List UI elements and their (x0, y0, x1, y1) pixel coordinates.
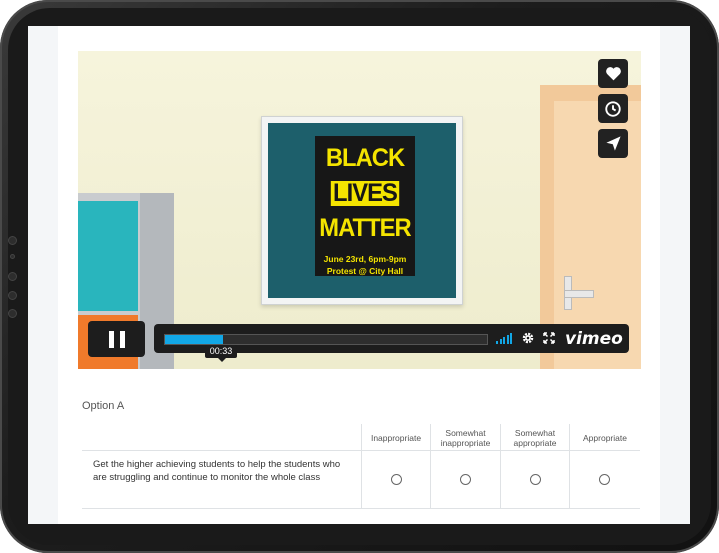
radio-somewhat-appropriate[interactable] (530, 474, 541, 485)
share-button[interactable] (598, 129, 628, 158)
volume-icon[interactable] (496, 332, 514, 344)
video-controls: vimeo (88, 321, 629, 357)
pause-icon (108, 330, 114, 348)
fullscreen-icon[interactable] (543, 332, 555, 344)
poster-frame: BLACK LIVES MATTER June 23rd, 6pm-9pm Pr… (261, 116, 463, 305)
table-divider (82, 508, 640, 509)
column-header-somewhat-appropriate: Somewhat appropriate (513, 427, 557, 448)
progress-fill (165, 335, 223, 344)
poster-event-line-2: Protest @ City Hall (326, 266, 404, 276)
question-row-text: Get the higher achieving students to hel… (93, 459, 341, 483)
option-label: Option A (82, 400, 125, 412)
poster-line-2: LIVES (331, 179, 399, 207)
poster-line-1: BLACK (325, 144, 405, 172)
pause-button[interactable] (88, 321, 145, 357)
heart-icon (605, 67, 621, 81)
poster-event-line-1: June 23rd, 6pm-9pm (323, 254, 407, 264)
timecode-tooltip: 00:33 (205, 345, 237, 362)
like-button[interactable] (598, 59, 628, 88)
volume-bar (510, 333, 512, 344)
watch-later-button[interactable] (598, 94, 628, 123)
tablet-frame: BLACK LIVES MATTER June 23rd, 6pm-9pm Pr… (0, 0, 719, 553)
tablet-side-button (8, 309, 17, 318)
progress-bar[interactable] (164, 334, 488, 345)
column-header-appropriate: Appropriate (583, 432, 627, 443)
tablet-side-button (8, 291, 17, 300)
column-header-inappropriate: Inappropriate (370, 432, 422, 443)
radio-somewhat-inappropriate[interactable] (460, 474, 471, 485)
vimeo-logo[interactable]: vimeo (565, 329, 623, 349)
locker-door-teal (78, 201, 138, 311)
tablet-side-button (8, 236, 17, 245)
send-icon (605, 136, 621, 151)
poster-line-2-wrap: LIVES (318, 181, 413, 206)
handle-lever (564, 290, 594, 298)
poster-mat: BLACK LIVES MATTER June 23rd, 6pm-9pm Pr… (268, 123, 456, 298)
video-scene-door-handle (562, 276, 594, 310)
volume-bar (506, 335, 509, 344)
tablet-side-button (10, 254, 15, 259)
volume-bar (496, 341, 498, 344)
radio-appropriate[interactable] (599, 474, 610, 485)
pause-icon-bar (119, 330, 125, 348)
gear-icon[interactable] (521, 331, 535, 345)
radio-inappropriate[interactable] (391, 474, 402, 485)
poster-event: June 23rd, 6pm-9pm Protest @ City Hall (315, 253, 415, 277)
column-header-somewhat-inappropriate: Somewhat inappropriate (440, 427, 491, 448)
volume-bar (499, 339, 502, 344)
poster-line-3: MATTER (319, 214, 411, 242)
volume-bar (503, 337, 505, 344)
tablet-side-button (8, 272, 17, 281)
protest-poster: BLACK LIVES MATTER June 23rd, 6pm-9pm Pr… (315, 136, 415, 276)
clock-icon (605, 100, 621, 117)
video-player[interactable]: BLACK LIVES MATTER June 23rd, 6pm-9pm Pr… (78, 51, 641, 369)
page-content: BLACK LIVES MATTER June 23rd, 6pm-9pm Pr… (58, 26, 660, 524)
tablet-screen: BLACK LIVES MATTER June 23rd, 6pm-9pm Pr… (28, 26, 690, 524)
